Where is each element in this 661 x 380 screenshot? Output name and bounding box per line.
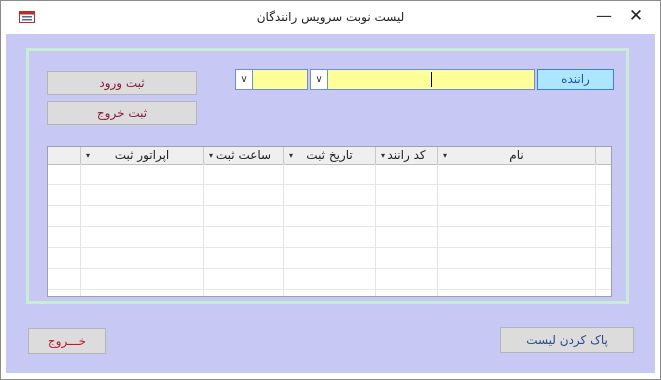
close-button[interactable]: ✕ — [623, 5, 649, 27]
driver-label: راننده — [537, 69, 614, 90]
sort-arrow-icon[interactable]: ▾ — [381, 147, 385, 164]
column-divider — [283, 164, 284, 296]
column-header-date[interactable]: ▾ تاریخ ثبت — [283, 147, 375, 164]
column-header-operator[interactable]: ▾ اپراتور ثبت — [80, 147, 203, 164]
table-row[interactable] — [48, 206, 611, 227]
sort-arrow-icon[interactable]: ▾ — [86, 147, 90, 164]
table-row[interactable] — [48, 248, 611, 269]
sort-arrow-icon[interactable]: ▾ — [443, 147, 447, 164]
minimize-button[interactable]: — — [591, 7, 617, 27]
table-row[interactable] — [48, 164, 611, 185]
chevron-down-icon[interactable]: ∨ — [311, 70, 328, 89]
table-row[interactable] — [48, 185, 611, 206]
column-header-name[interactable]: ▾ نام — [437, 147, 595, 164]
column-divider — [203, 164, 204, 296]
sort-arrow-icon[interactable]: ▾ — [209, 147, 213, 164]
text-caret — [431, 72, 432, 87]
register-entry-button[interactable]: ثبت ورود — [47, 71, 197, 95]
column-divider — [80, 164, 81, 296]
driver-code-combo[interactable]: ∨ — [235, 69, 308, 90]
chevron-down-icon[interactable]: ∨ — [236, 70, 253, 89]
driver-name-combo[interactable]: ∨ — [310, 69, 535, 90]
column-divider — [595, 164, 596, 296]
exit-button[interactable]: خـــروج — [28, 328, 106, 354]
window-title: لیست نوبت سرویس رانندگان — [256, 10, 405, 24]
column-divider — [437, 164, 438, 296]
title-bar: لیست نوبت سرویس رانندگان — ✕ — [1, 1, 660, 33]
table-row[interactable] — [48, 269, 611, 290]
queue-table[interactable]: ▾ نام ▾ کد رانند ▾ تاریخ ثبت ▾ ساعت ثبت … — [47, 146, 612, 297]
column-header-driver-code[interactable]: ▾ کد رانند — [375, 147, 437, 164]
register-exit-button[interactable]: ثبت خروج — [47, 101, 197, 125]
column-header-time[interactable]: ▾ ساعت ثبت — [203, 147, 283, 164]
column-divider — [375, 164, 376, 296]
table-row[interactable] — [48, 227, 611, 248]
select-all-corner[interactable] — [595, 147, 611, 164]
table-header: ▾ نام ▾ کد رانند ▾ تاریخ ثبت ▾ ساعت ثبت … — [48, 147, 611, 165]
main-window: لیست نوبت سرویس رانندگان — ✕ ثبت ورود ثب… — [0, 0, 661, 380]
clear-list-button[interactable]: پاک کردن لیست — [500, 327, 634, 353]
form-body: ثبت ورود ثبت خروج راننده ∨ ∨ ▾ نام ▾ کد … — [6, 34, 655, 373]
sort-arrow-icon[interactable]: ▾ — [289, 147, 293, 164]
